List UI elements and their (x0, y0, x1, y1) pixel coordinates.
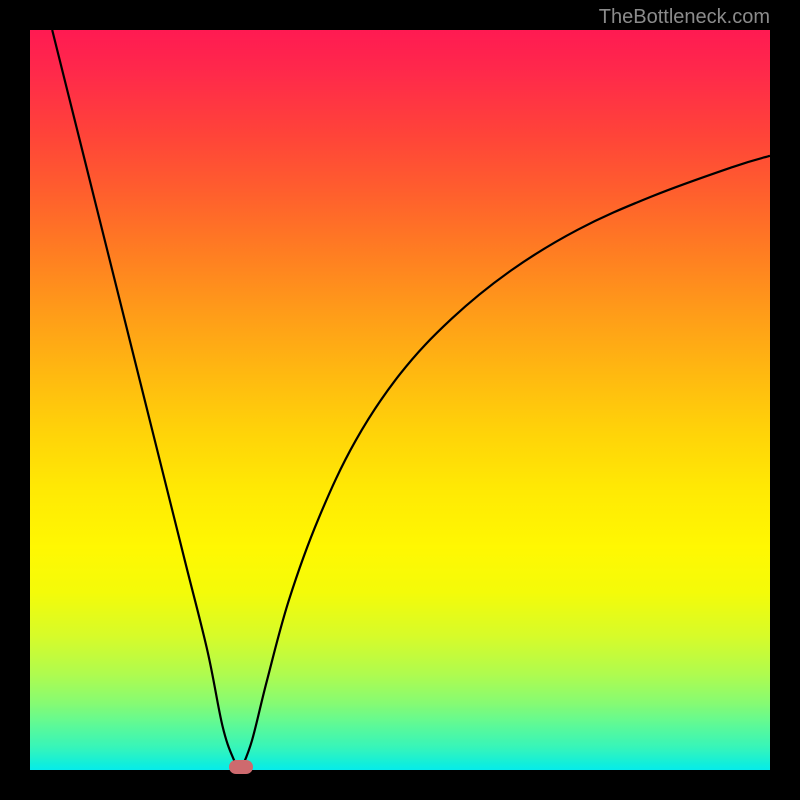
bottleneck-curve (30, 30, 770, 770)
curve-right-branch (241, 156, 770, 770)
curve-left-branch (52, 30, 241, 770)
watermark-text: TheBottleneck.com (599, 6, 770, 29)
minimum-marker (229, 760, 253, 774)
